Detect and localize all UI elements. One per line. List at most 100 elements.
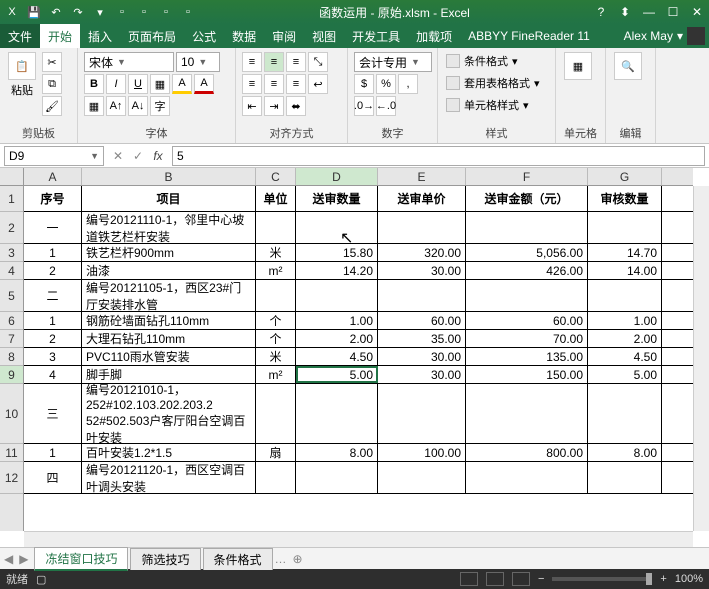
qat-item-icon[interactable]: ▫ [158,4,174,20]
cell[interactable]: 个 [256,330,296,347]
ribbon-collapse-icon[interactable]: ⬍ [617,5,633,19]
page-layout-view-icon[interactable] [486,572,504,586]
cell[interactable]: 320.00 [378,244,466,261]
wrap-text-icon[interactable]: ↩ [308,74,328,94]
zoom-value[interactable]: 100% [675,573,703,585]
new-sheet-icon[interactable]: ⊕ [293,552,303,566]
italic-button[interactable]: I [106,74,126,94]
cell[interactable]: 百叶安装1.2*1.5 [82,444,256,461]
page-break-view-icon[interactable] [512,572,530,586]
qat-item-icon[interactable]: ▫ [180,4,196,20]
macro-record-icon[interactable]: ▢ [36,573,46,586]
cell[interactable]: 1.00 [296,312,378,329]
cell[interactable]: 1 [24,444,82,461]
help-icon[interactable]: ? [593,5,609,19]
cancel-formula-icon[interactable]: ✕ [108,149,128,163]
cell[interactable]: 35.00 [378,330,466,347]
cell[interactable] [296,462,378,493]
cell[interactable]: 135.00 [466,348,588,365]
currency-icon[interactable]: $ [354,74,374,94]
cell[interactable]: 30.00 [378,348,466,365]
cell[interactable]: 2 [24,262,82,279]
cell[interactable]: 30.00 [378,262,466,279]
font-color-button[interactable]: A [194,74,214,94]
editing-button[interactable]: 🔍 [612,52,644,123]
zoom-slider[interactable] [552,577,652,581]
cell[interactable]: 大理石钻孔110mm [82,330,256,347]
horizontal-scrollbar[interactable] [24,531,693,547]
align-center-icon[interactable]: ≡ [264,74,284,94]
tab-abbyy[interactable]: ABBYY FineReader 11 [460,24,598,48]
indent-increase-icon[interactable]: ⇥ [264,96,284,116]
shrink-font-icon[interactable]: A↓ [128,96,148,116]
cell[interactable]: 米 [256,244,296,261]
cell[interactable] [588,462,662,493]
redo-icon[interactable]: ↷ [70,4,86,20]
minimize-icon[interactable]: — [641,5,657,19]
header-cell[interactable]: 序号 [24,186,82,211]
row-header-10[interactable]: 10 [0,384,23,444]
cell[interactable]: 8.00 [588,444,662,461]
close-icon[interactable]: ✕ [689,5,705,19]
header-cell[interactable]: 送审金额（元） [466,186,588,211]
save-icon[interactable]: 💾 [26,4,42,20]
cell[interactable]: 70.00 [466,330,588,347]
align-right-icon[interactable]: ≡ [286,74,306,94]
cell[interactable]: 扇 [256,444,296,461]
cell[interactable] [588,384,662,443]
cell[interactable]: 8.00 [296,444,378,461]
cell[interactable]: 60.00 [466,312,588,329]
cell[interactable] [256,462,296,493]
align-left-icon[interactable]: ≡ [242,74,262,94]
col-header-C[interactable]: C [256,168,296,185]
cell[interactable]: 5.00 [588,366,662,383]
cell[interactable]: 二 [24,280,82,311]
cell[interactable]: 14.00 [588,262,662,279]
header-cell[interactable]: 送审单价 [378,186,466,211]
row-header-8[interactable]: 8 [0,348,23,366]
row-header-6[interactable]: 6 [0,312,23,330]
cell[interactable] [378,212,466,243]
maximize-icon[interactable]: ☐ [665,5,681,19]
cell[interactable]: 1.00 [588,312,662,329]
cell[interactable]: 油漆 [82,262,256,279]
cell[interactable] [378,462,466,493]
cell[interactable]: 一 [24,212,82,243]
format-painter-icon[interactable]: 🖌 [42,96,62,116]
phonetic-icon[interactable]: 字 [150,96,170,116]
cell[interactable] [466,384,588,443]
undo-icon[interactable]: ↶ [48,4,64,20]
cell[interactable]: 15.80 [296,244,378,261]
cell[interactable]: 脚手脚 [82,366,256,383]
tab-data[interactable]: 数据 [224,24,264,48]
cell[interactable] [466,280,588,311]
tab-formulas[interactable]: 公式 [184,24,224,48]
cell[interactable]: 4 [24,366,82,383]
cell[interactable]: 1 [24,244,82,261]
cell[interactable]: 1 [24,312,82,329]
cell[interactable]: m² [256,262,296,279]
cell[interactable]: 2.00 [588,330,662,347]
sheet-tab-2[interactable]: 筛选技巧 [130,548,200,570]
copy-icon[interactable]: ⧉ [42,74,62,94]
cell[interactable]: 编号20121010-1，252#102.103.202.203.2 52#50… [82,384,256,443]
cell[interactable]: PVC110雨水管安装 [82,348,256,365]
header-cell[interactable]: 送审数量 [296,186,378,211]
tab-view[interactable]: 视图 [304,24,344,48]
enter-formula-icon[interactable]: ✓ [128,149,148,163]
avatar[interactable] [687,27,705,45]
cell[interactable]: 编号20121110-1，邻里中心坡道铁艺栏杆安装 [82,212,256,243]
cell[interactable]: 5.00 [296,366,378,383]
cut-icon[interactable]: ✂ [42,52,62,72]
user-menu-icon[interactable]: ▾ [677,29,683,43]
cell[interactable]: 个 [256,312,296,329]
row-header-11[interactable]: 11 [0,444,23,462]
row-header-9[interactable]: 9 [0,366,23,384]
cell[interactable]: 100.00 [378,444,466,461]
font-size-combo[interactable]: 10▼ [176,52,220,72]
comma-icon[interactable]: , [398,74,418,94]
cell[interactable]: 编号20121105-1，西区23#门厅安装排水管 [82,280,256,311]
tab-nav-prev-icon[interactable]: ◀ [4,552,13,566]
user-name[interactable]: Alex May [624,29,673,43]
row-header-2[interactable]: 2 [0,212,23,244]
